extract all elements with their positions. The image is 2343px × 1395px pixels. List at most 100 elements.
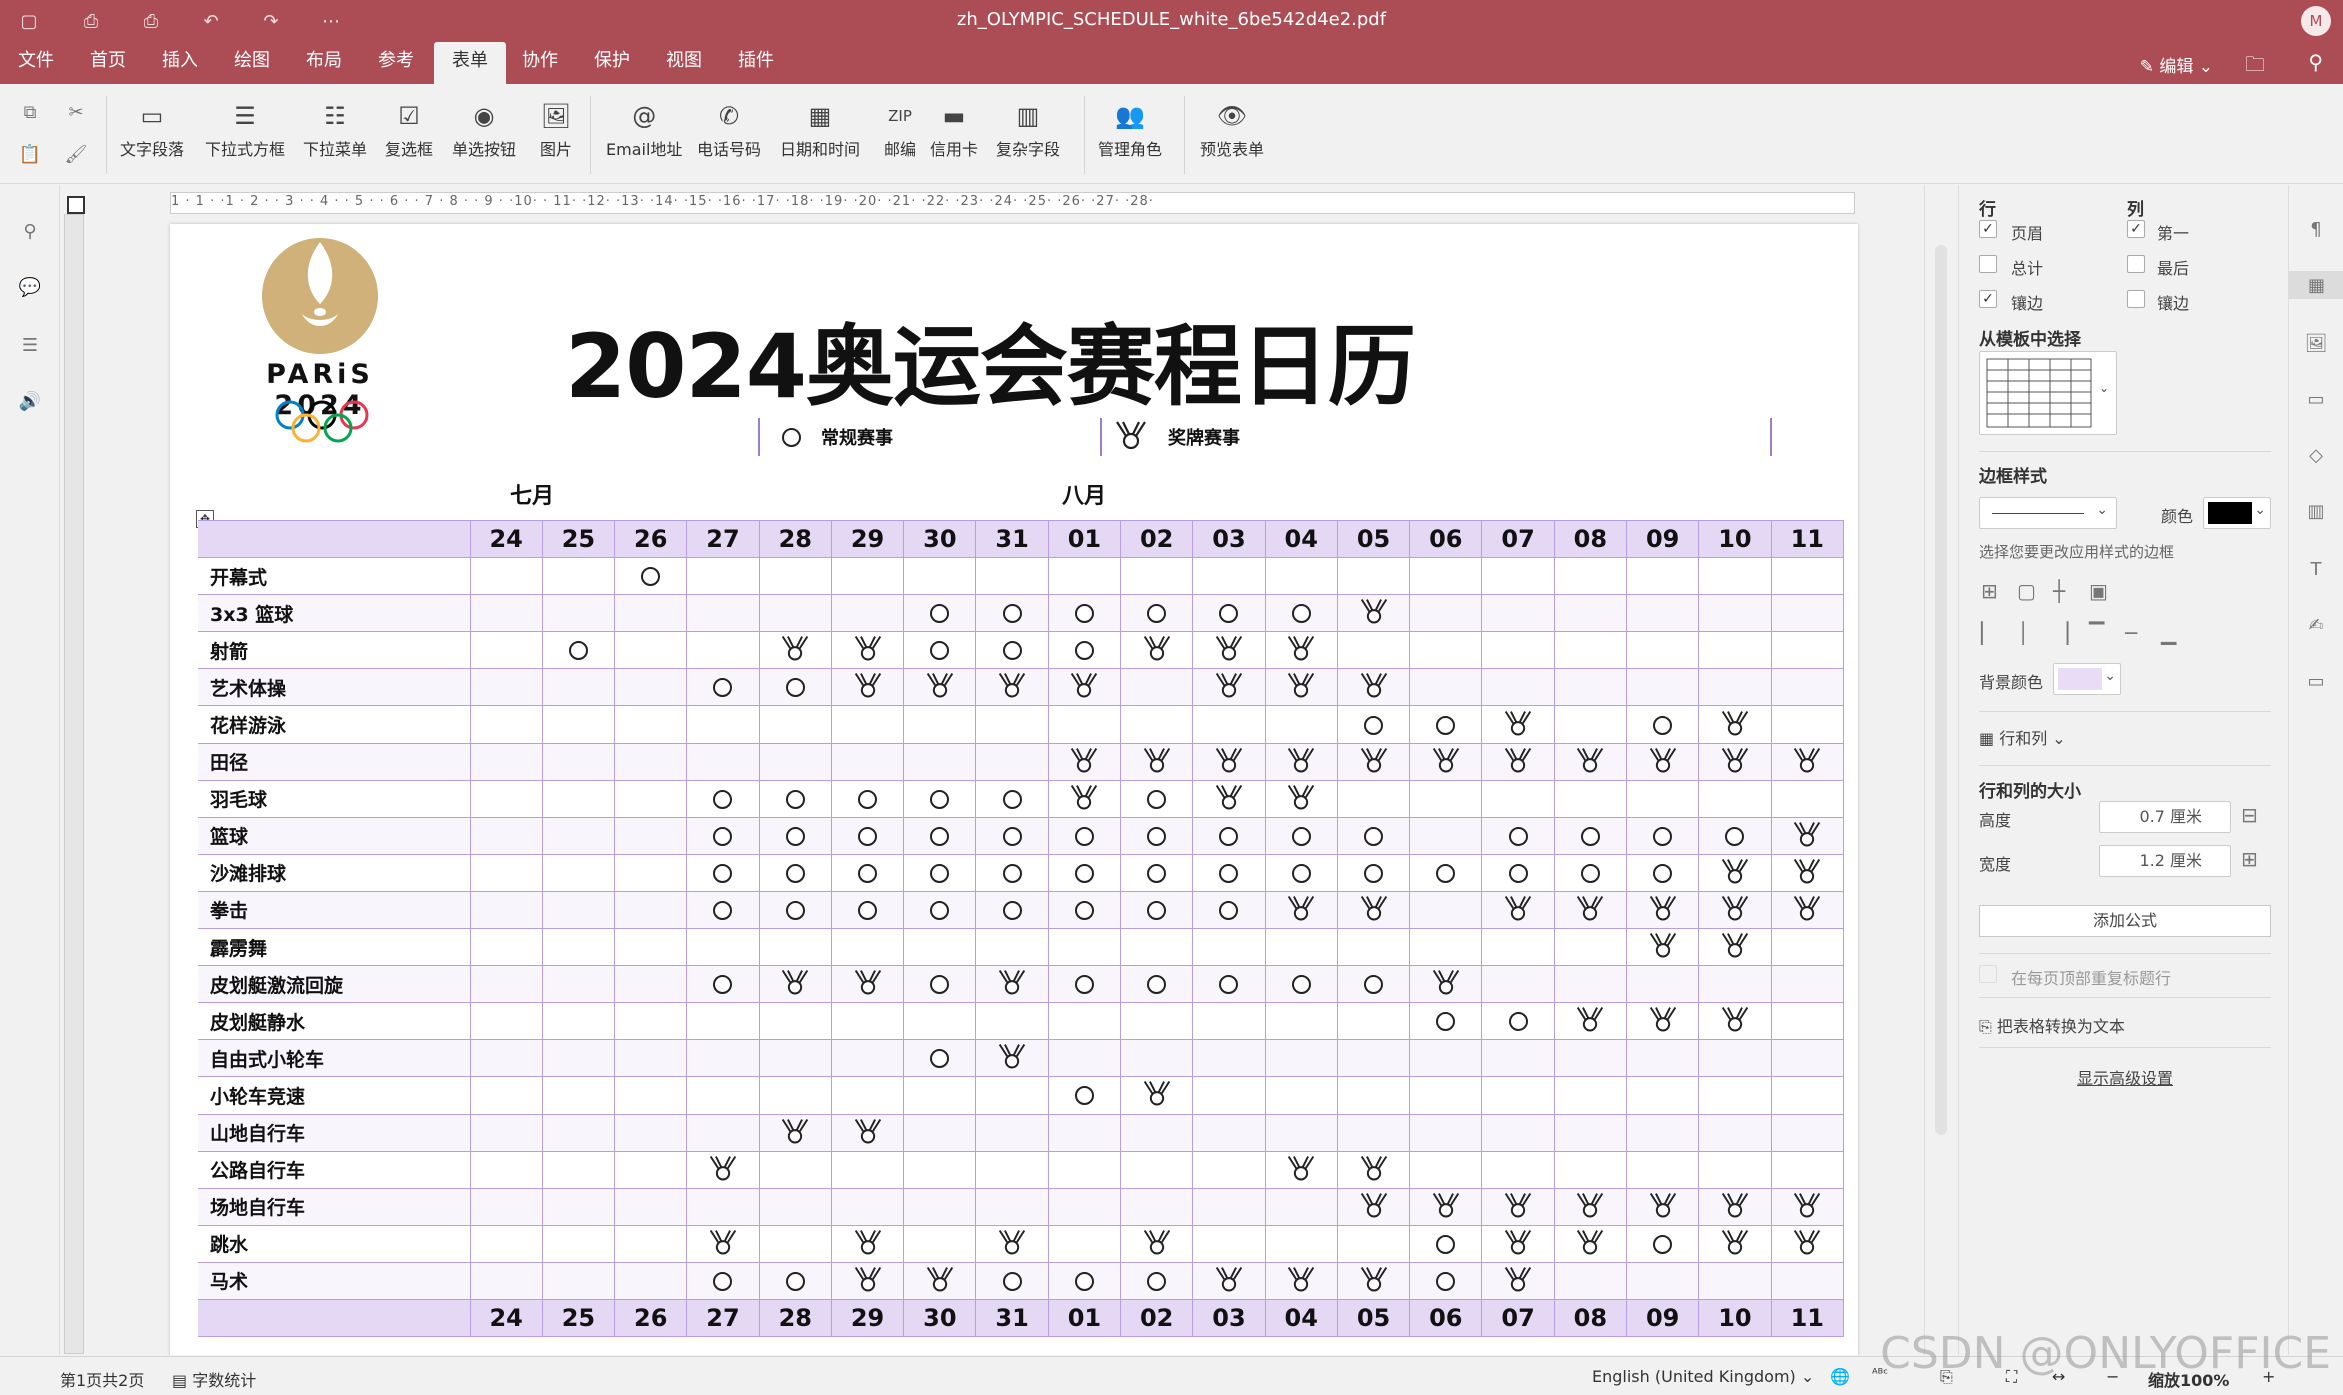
schedule-cell[interactable]: [614, 1224, 688, 1263]
schedule-cell[interactable]: [830, 853, 905, 892]
sport-name-cell[interactable]: 小轮车竞速: [198, 1076, 471, 1115]
navigation-icon[interactable]: ☰: [16, 331, 44, 359]
schedule-cell[interactable]: [975, 1150, 1049, 1189]
schedule-cell[interactable]: [758, 816, 832, 855]
schedule-cell[interactable]: [1120, 1039, 1194, 1078]
date-header-cell[interactable]: 05: [1336, 1298, 1411, 1338]
schedule-cell[interactable]: [1192, 668, 1266, 707]
schedule-cell[interactable]: [686, 557, 760, 596]
schedule-cell[interactable]: [541, 1224, 616, 1263]
schedule-cell[interactable]: [975, 1113, 1049, 1152]
schedule-cell[interactable]: [830, 631, 905, 670]
schedule-cell[interactable]: [541, 1039, 616, 1078]
schedule-cell[interactable]: [975, 1261, 1049, 1300]
schedule-cell[interactable]: [1192, 631, 1266, 670]
schedule-cell[interactable]: [830, 890, 905, 930]
schedule-cell[interactable]: [758, 557, 832, 596]
schedule-cell[interactable]: [1047, 594, 1122, 633]
phone-button[interactable]: ✆ 电话号码: [697, 98, 761, 160]
schedule-cell[interactable]: [1192, 705, 1266, 744]
tab-collaboration[interactable]: 协作: [510, 42, 570, 84]
schedule-cell[interactable]: [614, 631, 688, 670]
schedule-cell[interactable]: [541, 853, 616, 892]
schedule-cell[interactable]: [758, 1039, 832, 1078]
schedule-cell[interactable]: [1698, 594, 1772, 633]
date-header-cell[interactable]: 06: [1409, 519, 1483, 559]
schedule-cell[interactable]: [1336, 668, 1411, 707]
left-border-icon[interactable]: ▏: [1981, 621, 1996, 645]
schedule-cell[interactable]: [903, 816, 977, 855]
schedule-cell[interactable]: [1192, 965, 1266, 1004]
schedule-cell[interactable]: [830, 742, 905, 781]
schedule-cell[interactable]: [1698, 631, 1772, 670]
schedule-cell[interactable]: [1698, 1002, 1772, 1041]
col-width-input[interactable]: 1.2 厘米: [2099, 845, 2231, 877]
no-borders-icon[interactable]: ▣: [2089, 579, 2108, 603]
schedule-cell[interactable]: [1553, 594, 1628, 633]
schedule-cell[interactable]: [1770, 705, 1845, 744]
schedule-cell[interactable]: [1481, 742, 1555, 781]
table-settings-icon[interactable]: ▦: [2289, 271, 2343, 299]
schedule-cell[interactable]: [1264, 890, 1338, 930]
schedule-cell[interactable]: [758, 1076, 832, 1115]
schedule-cell[interactable]: [1409, 705, 1483, 744]
schedule-cell[interactable]: [1481, 594, 1555, 633]
schedule-cell[interactable]: [686, 853, 760, 892]
schedule-cell[interactable]: [1553, 557, 1628, 596]
checkbox-button[interactable]: ☑ 复选框: [385, 98, 433, 160]
schedule-cell[interactable]: [1047, 705, 1122, 744]
schedule-cell[interactable]: [1698, 965, 1772, 1004]
date-header-cell[interactable]: 02: [1120, 519, 1194, 559]
schedule-cell[interactable]: [903, 1261, 977, 1300]
schedule-cell[interactable]: [469, 816, 543, 855]
schedule-cell[interactable]: [686, 1224, 760, 1263]
schedule-table[interactable]: 24 25 26 27 28 29 30 31 01 02 03 04 05 06 07 08 09 10 11 开…: [198, 519, 1845, 1338]
signature-icon[interactable]: ✍: [2302, 611, 2330, 639]
credit-card-button[interactable]: ▬ 信用卡: [930, 98, 978, 160]
schedule-cell[interactable]: [1409, 928, 1483, 967]
tab-insert[interactable]: 插入: [150, 42, 210, 84]
schedule-cell[interactable]: [614, 1261, 688, 1300]
date-header-cell[interactable]: 08: [1553, 519, 1628, 559]
schedule-cell[interactable]: [541, 668, 616, 707]
schedule-cell[interactable]: [1120, 742, 1194, 781]
schedule-cell[interactable]: [1481, 1224, 1555, 1263]
schedule-cell[interactable]: [903, 742, 977, 781]
schedule-cell[interactable]: [614, 705, 688, 744]
schedule-cell[interactable]: [686, 668, 760, 707]
date-header-cell[interactable]: 30: [903, 519, 977, 559]
total-row-checkbox[interactable]: [1979, 255, 1997, 273]
schedule-cell[interactable]: [1192, 890, 1266, 930]
date-header-cell[interactable]: 28: [758, 1298, 832, 1338]
tab-plugins[interactable]: 插件: [726, 42, 786, 84]
sport-name-cell[interactable]: 场地自行车: [198, 1187, 471, 1226]
schedule-cell[interactable]: [1336, 705, 1411, 744]
sport-name-cell[interactable]: 公路自行车: [198, 1150, 471, 1189]
schedule-cell[interactable]: [1770, 816, 1845, 855]
schedule-cell[interactable]: [758, 1261, 832, 1300]
schedule-cell[interactable]: [1553, 1002, 1628, 1041]
date-header-cell[interactable]: 24: [469, 519, 543, 559]
schedule-cell[interactable]: [614, 668, 688, 707]
schedule-cell[interactable]: [614, 1039, 688, 1078]
schedule-cell[interactable]: [1047, 779, 1122, 818]
schedule-cell[interactable]: [469, 557, 543, 596]
schedule-cell[interactable]: [1120, 1261, 1194, 1300]
schedule-cell[interactable]: [975, 853, 1049, 892]
schedule-cell[interactable]: [1553, 1261, 1628, 1300]
schedule-cell[interactable]: [975, 742, 1049, 781]
date-header-cell[interactable]: 29: [830, 1298, 905, 1338]
schedule-cell[interactable]: [686, 594, 760, 633]
schedule-cell[interactable]: [758, 965, 832, 1004]
sport-name-cell[interactable]: 3x3 篮球: [198, 594, 471, 633]
schedule-cell[interactable]: [1698, 668, 1772, 707]
user-avatar[interactable]: M: [2301, 6, 2331, 36]
image-settings-icon[interactable]: 🖼: [2302, 329, 2330, 357]
tab-protection[interactable]: 保护: [582, 42, 642, 84]
combo-box-button[interactable]: ☰ 下拉式方框: [205, 98, 285, 160]
sport-name-cell[interactable]: 跳水: [198, 1224, 471, 1263]
search-icon[interactable]: ⚲: [2308, 50, 2323, 74]
date-header-cell[interactable]: 27: [686, 519, 760, 559]
schedule-cell[interactable]: [1770, 928, 1845, 967]
schedule-cell[interactable]: [614, 742, 688, 781]
